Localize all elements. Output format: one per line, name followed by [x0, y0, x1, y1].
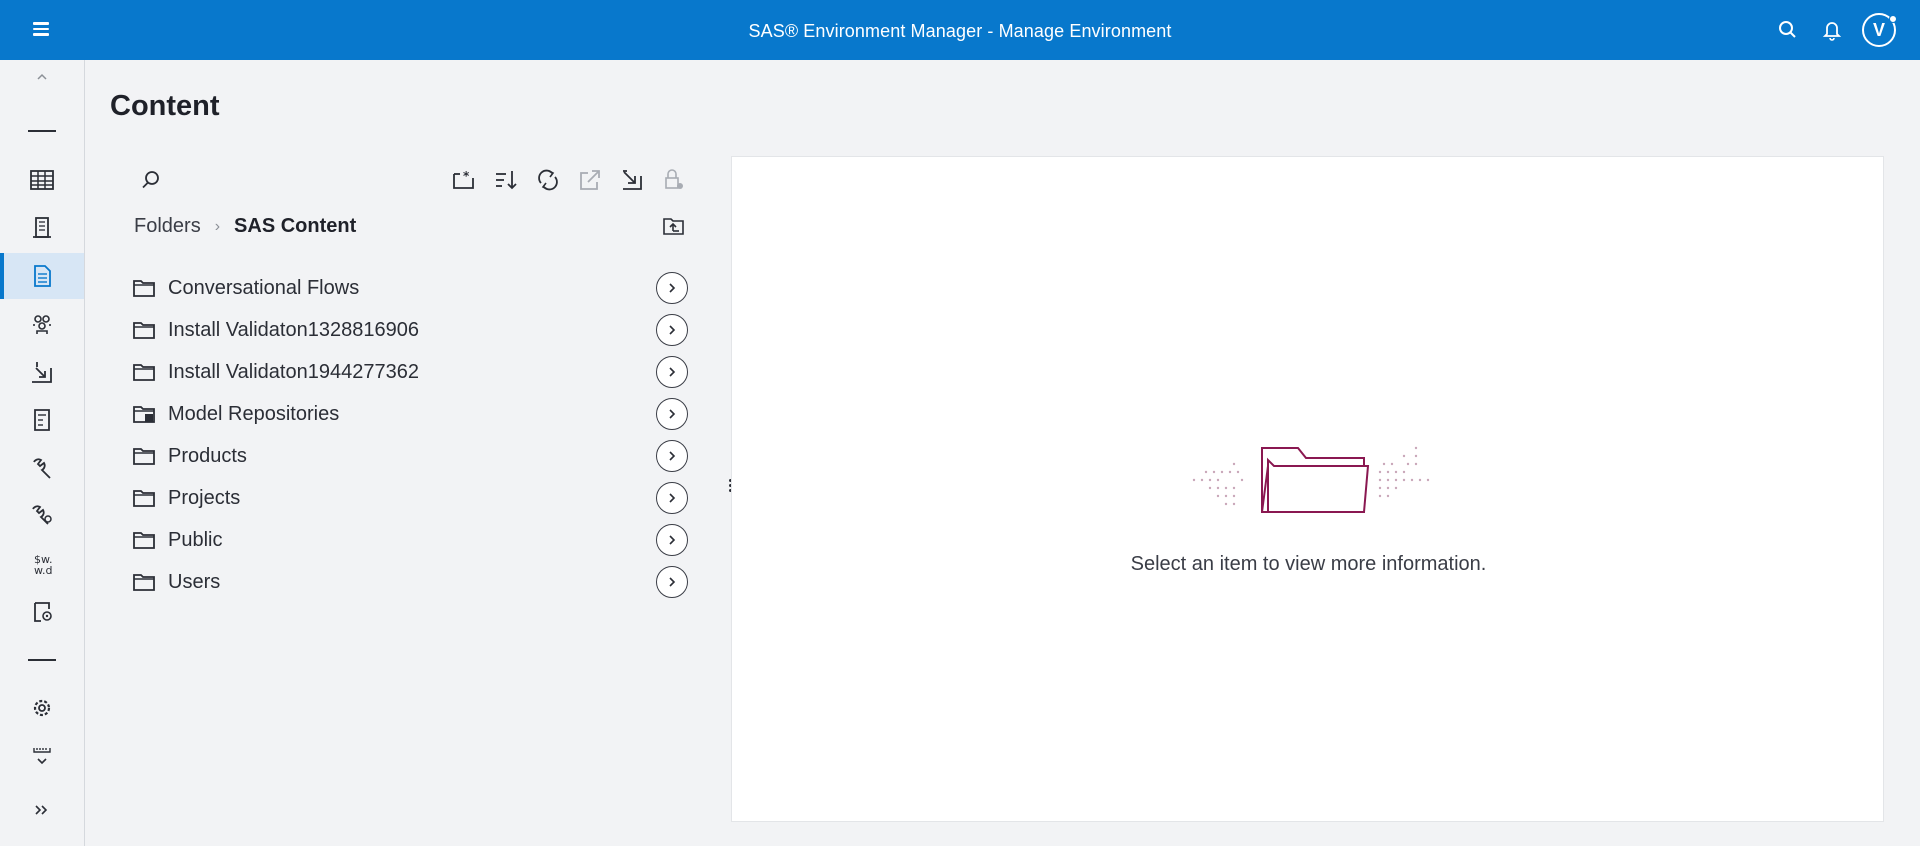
- repository-folder-icon: [133, 406, 155, 423]
- chevron-right-icon: [669, 409, 676, 419]
- gear-icon: [33, 699, 51, 717]
- detail-panel: Select an item to view more information.: [731, 156, 1884, 822]
- folder-row[interactable]: Projects: [132, 477, 702, 519]
- folder-name: Projects: [168, 486, 241, 509]
- folder-icon: [133, 490, 155, 507]
- job-gear-icon: [34, 602, 52, 622]
- folder-icon: [133, 448, 155, 465]
- import-icon[interactable]: [617, 165, 647, 195]
- chevron-down-icon: [33, 748, 51, 765]
- open-folder-button[interactable]: [656, 314, 688, 346]
- open-folder-button[interactable]: [656, 356, 688, 388]
- import-icon: [32, 362, 52, 383]
- folder-name: Install Validaton1328816906: [168, 318, 419, 341]
- chevron-right-icon: [669, 325, 676, 335]
- rail-item-tools[interactable]: [0, 445, 84, 491]
- open-folder-button[interactable]: [656, 566, 688, 598]
- search-icon[interactable]: [1774, 16, 1802, 44]
- rail-scroll-up[interactable]: [0, 60, 84, 94]
- report-icon: [34, 409, 50, 431]
- folder-icon: [133, 574, 155, 591]
- rail-expand-button[interactable]: [0, 787, 84, 833]
- folder-icon: [133, 322, 155, 339]
- nav-rail: $w. w.d: [0, 60, 85, 846]
- open-folder-button[interactable]: [656, 482, 688, 514]
- building-icon: [33, 217, 51, 238]
- rail-item-users[interactable]: [0, 301, 84, 347]
- table-grid-icon: [30, 170, 54, 190]
- folder-name: Users: [168, 570, 221, 593]
- sort-icon[interactable]: [491, 165, 521, 195]
- open-external-icon: [575, 165, 605, 195]
- folder-icon: [133, 364, 155, 381]
- open-folder-button[interactable]: [656, 524, 688, 556]
- notification-dot: [1889, 15, 1897, 23]
- document-icon: [34, 265, 51, 287]
- rail-item-more[interactable]: [0, 735, 84, 781]
- rail-item-tables[interactable]: [0, 157, 84, 203]
- chevron-up-icon: [37, 73, 47, 80]
- folder-row[interactable]: Install Validaton1328816906: [132, 309, 702, 351]
- empty-state-message: Select an item to view more information.: [1130, 553, 1487, 575]
- open-folder-button[interactable]: [656, 440, 688, 472]
- folder-name: Products: [168, 444, 247, 467]
- breadcrumb-folders[interactable]: Folders: [134, 215, 201, 238]
- breadcrumb-current: SAS Content: [234, 215, 357, 237]
- bell-icon[interactable]: [1818, 16, 1846, 44]
- user-avatar[interactable]: V: [1862, 13, 1897, 47]
- formats-icon: $w.w.d: [34, 553, 52, 577]
- chevron-right-icon: [669, 283, 676, 293]
- chevron-right-icon: [669, 451, 676, 461]
- app-header: SAS® Environment Manager - Manage Enviro…: [0, 0, 1920, 60]
- search-icon[interactable]: [136, 165, 166, 195]
- folder-name: Public: [168, 528, 223, 551]
- empty-folder-illustration: [1192, 446, 1430, 513]
- folder-row[interactable]: Products: [132, 435, 702, 477]
- page-title: Content: [110, 90, 220, 122]
- wrench-icon: [33, 458, 51, 479]
- refresh-icon[interactable]: [533, 165, 563, 195]
- folder-row[interactable]: Model Repositories: [132, 393, 702, 435]
- parent-folder-icon[interactable]: [659, 211, 689, 241]
- lock-icon: [659, 165, 689, 195]
- folder-name: Install Validaton1944277362: [168, 360, 419, 383]
- folder-name: Model Repositories: [168, 402, 340, 425]
- open-folder-button[interactable]: [656, 272, 688, 304]
- rail-item-reports[interactable]: [0, 397, 84, 443]
- breadcrumb-separator-icon: ›: [214, 217, 221, 235]
- svg-text:w.d: w.d: [34, 564, 52, 577]
- folder-row[interactable]: Conversational Flows: [132, 267, 702, 309]
- rail-item-import[interactable]: [0, 349, 84, 395]
- rail-divider: [28, 130, 56, 132]
- folder-row[interactable]: Install Validaton1944277362: [132, 351, 702, 393]
- folder-icon: [133, 532, 155, 549]
- folder-icon: [133, 280, 155, 297]
- rail-item-formats[interactable]: $w. w.d: [0, 541, 84, 587]
- avatar-initial: V: [1872, 20, 1885, 40]
- chevron-right-icon: [669, 493, 676, 503]
- rail-item-servers[interactable]: [0, 205, 84, 251]
- app-title: SAS® Environment Manager - Manage Enviro…: [748, 21, 1172, 41]
- open-folder-button[interactable]: [656, 398, 688, 430]
- svg-text:*: *: [463, 169, 470, 183]
- breadcrumb: Folders › SAS Content: [134, 215, 356, 238]
- folder-browser: * Folders › SAS Content Conversational F…: [110, 155, 700, 825]
- folder-row[interactable]: Users: [132, 561, 702, 603]
- chevron-right-icon: [669, 577, 676, 587]
- double-chevron-right-icon: [35, 805, 48, 815]
- chevron-right-icon: [669, 367, 676, 377]
- rail-item-content[interactable]: [0, 253, 84, 299]
- new-folder-icon[interactable]: *: [449, 165, 479, 195]
- rail-item-jobs[interactable]: [0, 589, 84, 635]
- rail-item-configuration[interactable]: [0, 493, 84, 539]
- folder-row[interactable]: Public: [132, 519, 702, 561]
- folder-name: Conversational Flows: [168, 276, 360, 299]
- rail-item-settings[interactable]: [0, 685, 84, 731]
- users-icon: [33, 315, 51, 334]
- chevron-right-icon: [669, 535, 676, 545]
- rail-divider: [28, 659, 56, 661]
- wrench-gear-icon: [32, 505, 52, 525]
- folder-list: Conversational Flows Install Validaton132…: [132, 267, 702, 603]
